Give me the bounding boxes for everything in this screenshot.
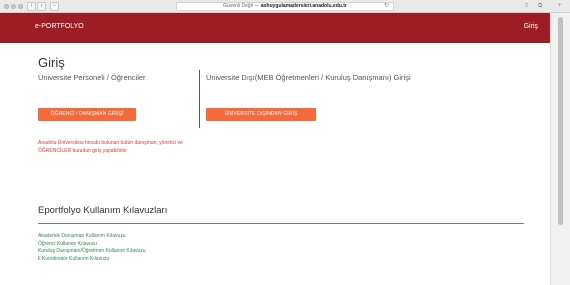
login-note: Anadolu Üniversitesi hesabı bulunan bütü… <box>38 140 183 154</box>
external-login-heading: Üniversite Dışı(MEB Öğretmenleri / Kurul… <box>206 73 411 82</box>
back-icon[interactable]: ‹ <box>27 2 36 11</box>
browser-toolbar: ‹ › ▫ Güvenli Değil — aohuygulamadersler… <box>0 0 570 13</box>
new-tab-icon[interactable]: + <box>558 2 562 11</box>
column-divider <box>199 70 200 128</box>
tabs-icon[interactable]: ⧉ <box>538 2 542 11</box>
brand-logo[interactable]: e-PORTFOLYO <box>35 23 84 30</box>
scrollbar[interactable] <box>550 13 570 285</box>
address-prefix: Güvenli Değil — <box>223 3 261 9</box>
guide-link-institution-advisor[interactable]: Kuruluş Danışmanı/Öğretmen Kullanım Kıla… <box>38 248 146 256</box>
scrollbar-thumb[interactable] <box>558 17 563 225</box>
student-advisor-login-button[interactable]: ÖĞRENCİ / DANIŞMAN GİRİŞİ <box>38 108 136 121</box>
close-window-icon[interactable] <box>4 4 9 9</box>
minimize-window-icon[interactable] <box>11 4 16 9</box>
forward-icon[interactable]: › <box>37 2 46 11</box>
top-navbar: e-PORTFOLYO Giriş <box>0 13 550 43</box>
outside-university-login-button[interactable]: ÜNİVERSİTE DIŞINDAN GİRİŞ <box>206 108 316 121</box>
sidebar-icon[interactable]: ▫ <box>50 2 59 11</box>
reload-icon[interactable]: ↻ <box>384 3 389 10</box>
guides-divider <box>38 223 524 224</box>
login-link[interactable]: Giriş <box>524 23 538 30</box>
zoom-window-icon[interactable] <box>18 4 23 9</box>
university-login-heading: Üniversite Personeli / Öğrenciler <box>38 73 146 82</box>
guides-list: Akademik Danışman Kullanım Kılavuzu Öğre… <box>38 233 146 263</box>
page-title: Giriş <box>38 55 65 70</box>
guide-link-academic-advisor[interactable]: Akademik Danışman Kullanım Kılavuzu <box>38 233 146 241</box>
address-bar[interactable]: Güvenli Değil — aohuygulamadersleri.anad… <box>176 2 394 11</box>
guides-heading: Eportfolyo Kullanım Kılavuzları <box>38 205 168 216</box>
guide-link-student[interactable]: Öğrenci Kullanım Kılavuzu <box>38 241 146 249</box>
share-icon[interactable]: ⇪ <box>524 2 529 11</box>
address-host: aohuygulamadersleri.anadolu.edu.tr <box>260 3 347 9</box>
guide-link-province-coordinator[interactable]: İl Koordinatör Kullanım Kılavuzu <box>38 256 146 264</box>
